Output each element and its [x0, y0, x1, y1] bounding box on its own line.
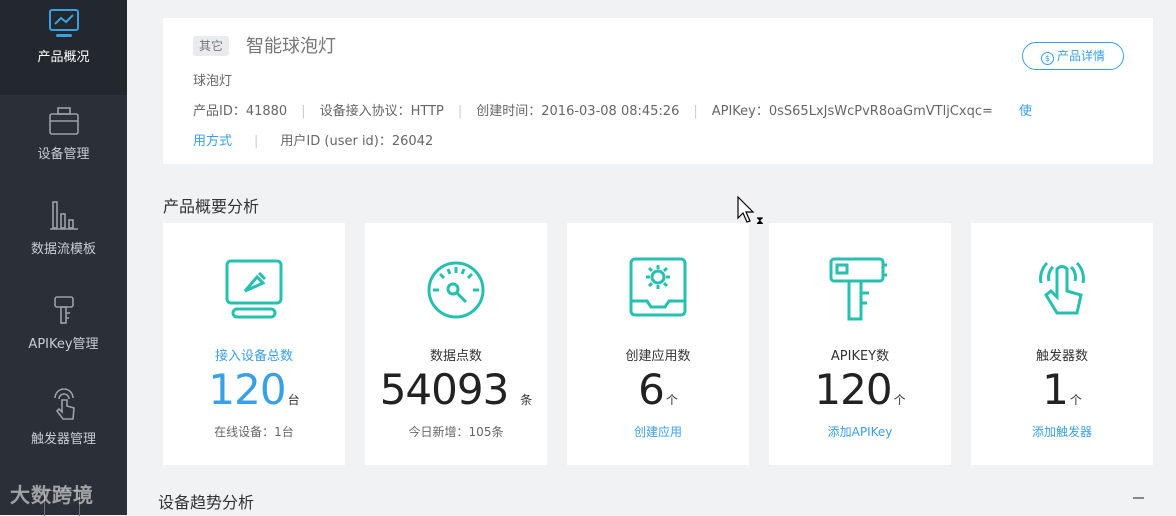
- stat-footnote: 今日新增：105条: [408, 425, 504, 439]
- apikey-value: APIKey：0sS65LxJsWcPvR8oaGmVTljCxqc=: [711, 104, 993, 119]
- access-protocol: 设备接入协议：HTTP: [319, 104, 444, 119]
- stat-value: 120 台: [163, 365, 345, 414]
- product-detail-button[interactable]: $ 产品详情: [1022, 42, 1124, 70]
- stat-card-devices: 接入设备总数 120 台 在线设备：1台: [163, 223, 345, 465]
- svg-text:⧗: ⧗: [756, 214, 764, 227]
- created-time: 创建时间：2016-03-08 08:45:26: [476, 104, 680, 119]
- bar-chart-icon: [49, 201, 78, 230]
- sidebar-item-label: 触发器管理: [30, 432, 96, 447]
- sidebar-item-apikey-management[interactable]: APIKey管理: [0, 285, 127, 380]
- hand-touch-icon: [1039, 261, 1085, 315]
- stat-unit: 个: [1069, 393, 1082, 407]
- usage-link[interactable]: 使: [1019, 104, 1032, 119]
- stat-card-datapoints: 数据点数 54093 条 今日新增：105条: [365, 223, 547, 465]
- stat-card-apikeys: APIKEY数 120 个 添加APIKey: [769, 223, 951, 465]
- sidebar-item-label: 数据流模板: [30, 242, 96, 257]
- usage-link-continued[interactable]: 用方式: [193, 134, 232, 149]
- key-icon: [53, 296, 74, 324]
- stat-unit: 个: [665, 393, 678, 407]
- stat-value: 6个: [567, 365, 749, 414]
- sidebar-item-product-overview[interactable]: 产品概况: [0, 0, 127, 95]
- stat-value: 54093 条: [365, 365, 547, 414]
- dollar-circle-icon: $: [1040, 52, 1054, 65]
- stat-unit: 个: [893, 393, 906, 407]
- stat-number: 120: [208, 365, 286, 414]
- stat-unit: 台: [287, 393, 300, 407]
- stat-number: 1: [1042, 365, 1069, 414]
- sidebar-item-datastream-template[interactable]: 数据流模板: [0, 190, 127, 285]
- trend-section-title: 设备趋势分析: [158, 493, 255, 512]
- overview-section-title: 产品概要分析: [163, 197, 260, 216]
- sidebar-item-label: APIKey管理: [28, 337, 99, 352]
- key-icon: [829, 257, 887, 321]
- stat-label: APIKEY数: [830, 349, 890, 364]
- monitor-chart-icon: [48, 9, 79, 37]
- sidebar-item-label: 设备管理: [37, 147, 90, 162]
- stat-label[interactable]: 接入设备总数: [163, 345, 345, 364]
- watermark: 大数跨境: [10, 483, 94, 507]
- sidebar: 产品概况 设备管理 数据流模板 APIKey管理 触发器管理: [0, 0, 127, 516]
- create-app-link[interactable]: 创建应用: [567, 423, 749, 440]
- hand-touch-icon: [53, 388, 75, 420]
- sidebar-item-label: 产品概况: [37, 50, 90, 65]
- sidebar-item-device-management[interactable]: 设备管理: [0, 95, 127, 190]
- sidebar-item-trigger-management[interactable]: 触发器管理: [0, 380, 127, 475]
- add-apikey-link[interactable]: 添加APIKey: [769, 423, 951, 440]
- stat-card-apps: 创建应用数 6个 创建应用: [567, 223, 749, 465]
- mouse-cursor-icon: ⧗: [737, 196, 764, 227]
- category-tag: 其它: [193, 36, 230, 56]
- stat-value: 1个: [971, 365, 1153, 414]
- stat-footnote: 在线设备：1台: [214, 425, 294, 439]
- product-meta-row-2: 用方式 | 用户ID (user id)：26042: [193, 134, 434, 149]
- stat-label: 创建应用数: [625, 349, 691, 364]
- app-gear-icon: [629, 257, 687, 317]
- toolbox-icon: [48, 107, 79, 135]
- stat-number: 120: [814, 365, 892, 414]
- stat-number: 54093: [379, 365, 510, 414]
- device-screen-icon: [225, 259, 283, 319]
- add-trigger-link[interactable]: 添加触发器: [971, 423, 1153, 440]
- product-detail-label: 产品详情: [1056, 49, 1105, 63]
- product-id: 产品ID：41880: [193, 104, 288, 119]
- stat-unit: 条: [520, 393, 533, 407]
- product-name: 智能球泡灯: [246, 36, 336, 57]
- collapse-button[interactable]: [1133, 497, 1144, 499]
- stat-label: 数据点数: [429, 349, 482, 364]
- stat-card-triggers: 触发器数 1个 添加触发器: [971, 223, 1153, 465]
- stat-label: 触发器数: [1035, 349, 1088, 364]
- product-description: 球泡灯: [193, 74, 233, 89]
- gauge-icon: [427, 261, 485, 319]
- product-meta-row: 产品ID：41880 | 设备接入协议：HTTP | 创建时间：2016-03-08 0…: [193, 104, 1033, 119]
- user-id: 用户ID (user id)：26042: [280, 134, 434, 149]
- stat-value: 120 个: [769, 365, 951, 414]
- product-info-card: 其它 智能球泡灯 球泡灯 $ 产品详情 产品ID：41880 | 设备接入协议：HTT…: [163, 18, 1153, 164]
- stat-number: 6: [638, 365, 665, 414]
